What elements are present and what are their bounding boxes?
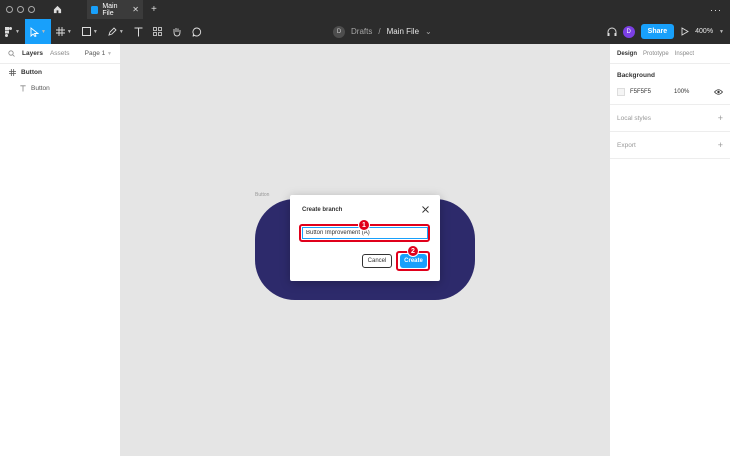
background-title: Background: [617, 72, 655, 79]
tab-inspect[interactable]: Inspect: [675, 51, 694, 57]
rectangle-icon: [81, 27, 91, 36]
main-menu-button[interactable]: ▼: [0, 19, 25, 44]
local-styles-title: Local styles: [617, 114, 651, 122]
chevron-down-icon: ▼: [66, 28, 72, 35]
layer-item[interactable]: Button: [0, 64, 120, 80]
comment-icon: [192, 27, 201, 37]
chevron-down-icon: ▼: [92, 28, 98, 35]
more-menu-button[interactable]: ···: [710, 5, 722, 15]
drafts-avatar: D: [333, 25, 345, 38]
figma-file-icon: [91, 5, 99, 14]
minimize-window-icon[interactable]: [17, 6, 24, 13]
background-fill-row: F5F5F5 100%: [617, 88, 723, 96]
close-tab-button[interactable]: ✕: [132, 5, 139, 14]
shape-tool[interactable]: ▼: [77, 19, 103, 44]
layer-item[interactable]: Button: [0, 80, 120, 96]
chevron-down-icon: ▼: [15, 28, 20, 35]
cursor-icon: [30, 26, 39, 37]
layers-panel-tabs: Layers Assets Page 1 ▼: [0, 44, 120, 64]
background-section: Background F5F5F5 100%: [610, 64, 730, 105]
page-label: Page 1: [84, 50, 106, 57]
chevron-down-icon: ▼: [719, 28, 724, 35]
design-panel-tabs: Design Prototype Inspect: [610, 44, 730, 64]
window-controls: [6, 6, 35, 13]
text-tool[interactable]: [129, 19, 148, 44]
export-section: Export +: [610, 132, 730, 159]
resources-tool[interactable]: [148, 19, 167, 44]
add-style-button[interactable]: +: [718, 113, 723, 123]
layer-name: Button: [21, 68, 42, 76]
frame-icon: [9, 68, 16, 76]
design-panel: Design Prototype Inspect Background F5F5…: [609, 44, 730, 456]
tab-prototype[interactable]: Prototype: [643, 51, 669, 57]
export-title: Export: [617, 141, 636, 149]
dialog-title: Create branch: [302, 207, 343, 213]
text-icon: [134, 27, 143, 36]
pen-icon: [108, 27, 117, 36]
drafts-link[interactable]: Drafts: [351, 27, 372, 36]
background-hex[interactable]: F5F5F5: [630, 89, 651, 95]
home-button[interactable]: [43, 0, 71, 19]
step-badge-2: 2: [407, 245, 419, 257]
new-tab-button[interactable]: +: [151, 4, 157, 15]
page-selector[interactable]: Page 1 ▼: [85, 50, 112, 57]
close-icon: [421, 205, 429, 213]
pen-tool[interactable]: ▼: [103, 19, 129, 44]
step-badge-1: 1: [358, 219, 370, 231]
eye-icon[interactable]: [714, 89, 723, 95]
frame-icon: [55, 27, 65, 36]
close-window-icon[interactable]: [6, 6, 13, 13]
toolbar-right: D Share 400% ▼: [607, 19, 730, 44]
present-icon[interactable]: [680, 27, 690, 36]
layers-panel: Layers Assets Page 1 ▼ Button Button: [0, 44, 121, 456]
file-breadcrumb: D Drafts / Main File ⌄: [333, 19, 432, 44]
chevron-down-icon: ▼: [107, 51, 112, 57]
add-export-button[interactable]: +: [718, 140, 723, 150]
figma-menu-icon: [5, 26, 12, 37]
close-dialog-button[interactable]: [420, 204, 430, 214]
breadcrumb-separator: /: [378, 27, 381, 36]
color-swatch[interactable]: [617, 88, 625, 96]
share-button[interactable]: Share: [640, 24, 675, 39]
frame-label[interactable]: Button: [255, 192, 269, 198]
cancel-button[interactable]: Cancel: [362, 254, 392, 268]
tab-design[interactable]: Design: [617, 51, 637, 57]
toolbar: ▼ ▼ ▼ ▼ ▼ D Drafts / Main File ⌄ D Share: [0, 19, 730, 44]
title-bar: Main File ✕ + ···: [0, 0, 730, 19]
hand-tool[interactable]: [167, 19, 187, 44]
zoom-dropdown[interactable]: 400%: [695, 28, 713, 35]
avatar[interactable]: D: [622, 25, 635, 38]
tab-label: Main File: [102, 2, 118, 17]
background-opacity[interactable]: 100%: [674, 89, 689, 95]
file-name[interactable]: Main File: [387, 27, 419, 36]
frame-tool[interactable]: ▼: [51, 19, 77, 44]
move-tool[interactable]: ▼: [24, 19, 51, 44]
chevron-down-icon[interactable]: ⌄: [425, 27, 432, 36]
tab-main-file[interactable]: Main File ✕: [87, 0, 143, 19]
tab-layers[interactable]: Layers: [22, 50, 43, 57]
text-icon: [20, 84, 26, 91]
local-styles-section: Local styles +: [610, 105, 730, 132]
resources-icon: [152, 27, 162, 36]
chevron-down-icon: ▼: [118, 28, 124, 35]
layer-name: Button: [31, 84, 50, 92]
search-icon[interactable]: [8, 50, 15, 57]
hand-icon: [173, 27, 181, 36]
headphones-icon[interactable]: [607, 27, 617, 37]
maximize-window-icon[interactable]: [28, 6, 35, 13]
tab-assets[interactable]: Assets: [50, 50, 70, 57]
home-icon: [53, 5, 61, 14]
chevron-down-icon: ▼: [40, 28, 46, 35]
comment-tool[interactable]: [187, 19, 207, 44]
